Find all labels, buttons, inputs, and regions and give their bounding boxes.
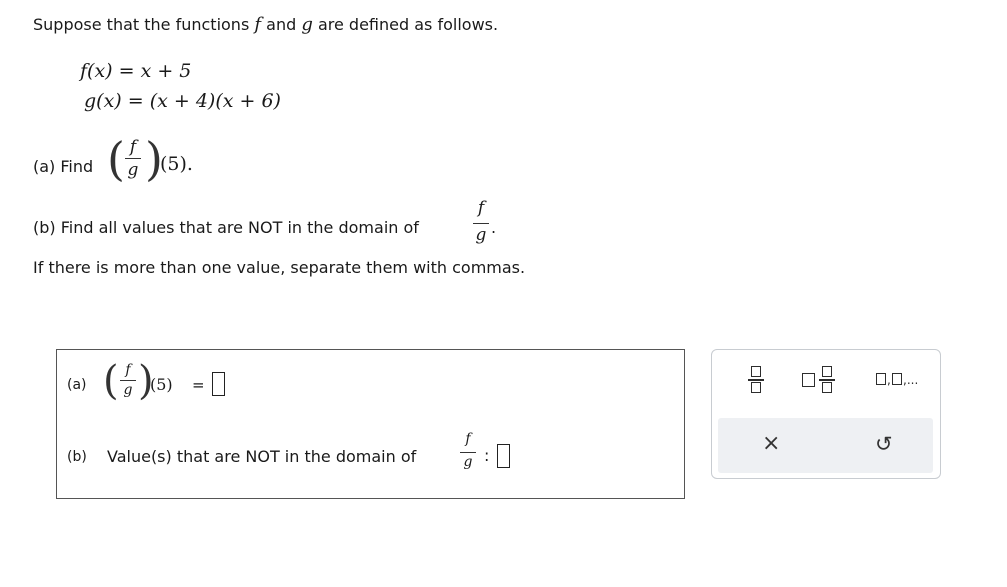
mixed-whole-box-icon bbox=[802, 373, 815, 387]
intro-g-symbol: g bbox=[301, 14, 313, 35]
answer-box: (a) ( f g ) (5) = (b) Value(s) that are … bbox=[56, 349, 685, 499]
part-b-prompt: (b) Find all values that are NOT in the … bbox=[33, 218, 419, 237]
part-a-argument: (5). bbox=[160, 153, 193, 175]
answer-b-colon: : bbox=[484, 446, 490, 465]
answer-a-left-paren: ( bbox=[103, 358, 119, 404]
answer-a-denominator: g bbox=[123, 382, 133, 398]
answer-a-numerator: f bbox=[125, 362, 131, 378]
f-definition: f(x) = x + 5 bbox=[80, 60, 192, 82]
answer-b-denominator: g bbox=[463, 454, 473, 470]
answer-b-text: Value(s) that are NOT in the domain of bbox=[107, 447, 417, 466]
fraction-tool-button[interactable] bbox=[745, 365, 767, 395]
part-b-numerator: f bbox=[477, 198, 485, 218]
mixed-number-tool-button[interactable] bbox=[802, 365, 844, 395]
answer-a-input[interactable] bbox=[212, 372, 225, 396]
part-a-fraction: f g bbox=[125, 138, 141, 179]
answer-a-argument: (5) bbox=[150, 375, 173, 394]
part-a-numerator: f bbox=[129, 137, 137, 157]
mixed-denominator-box-icon bbox=[822, 382, 832, 393]
answer-b-fraction-bar bbox=[460, 452, 476, 454]
part-b-period: . bbox=[491, 218, 497, 237]
list-second-box-icon bbox=[892, 373, 902, 385]
answer-b-input[interactable] bbox=[497, 444, 510, 468]
mixed-fraction-bar-icon bbox=[819, 379, 835, 381]
fraction-denominator-box-icon bbox=[751, 382, 761, 393]
part-a-denominator: g bbox=[127, 160, 139, 180]
answer-a-fraction: f g bbox=[120, 363, 136, 398]
list-tool-button[interactable]: , ,... bbox=[876, 370, 932, 390]
math-toolbar: , ,... × ↺ bbox=[711, 349, 941, 479]
fraction-numerator-box-icon bbox=[751, 366, 761, 377]
answer-b-numerator: f bbox=[465, 431, 471, 447]
answer-b-label: (b) bbox=[67, 449, 87, 465]
answer-a-equals: = bbox=[192, 376, 205, 394]
undo-icon[interactable]: ↺ bbox=[875, 430, 893, 458]
answer-b-fraction: f g bbox=[460, 432, 476, 470]
g-definition: g(x) = (x + 4)(x + 6) bbox=[84, 90, 281, 112]
list-ellipsis-icon: ,... bbox=[903, 373, 919, 387]
part-a-prompt: (a) Find bbox=[33, 157, 94, 176]
part-b-instruction: If there is more than one value, separat… bbox=[33, 258, 526, 277]
part-b-fraction-bar bbox=[473, 223, 489, 225]
intro-f-symbol: f bbox=[254, 14, 262, 35]
intro-text-after: are defined as follows. bbox=[317, 15, 499, 34]
intro-text-and: and bbox=[266, 15, 297, 34]
list-first-box-icon bbox=[876, 373, 886, 385]
clear-icon[interactable]: × bbox=[762, 430, 780, 458]
part-a-left-paren: ( bbox=[107, 132, 125, 186]
mixed-numerator-box-icon bbox=[822, 366, 832, 377]
toolbar-actions: × ↺ bbox=[718, 418, 933, 473]
part-b-fraction: f g bbox=[473, 199, 489, 244]
intro-sentence: Suppose that the functions f and g are d… bbox=[33, 14, 498, 35]
fraction-bar-icon bbox=[748, 379, 764, 381]
part-b-denominator: g bbox=[475, 225, 487, 245]
list-comma-icon: , bbox=[887, 373, 891, 387]
intro-text-before: Suppose that the functions bbox=[33, 15, 250, 34]
part-a-fraction-bar bbox=[125, 158, 141, 160]
answer-a-label: (a) bbox=[67, 377, 87, 393]
answer-a-fraction-bar bbox=[120, 380, 136, 382]
